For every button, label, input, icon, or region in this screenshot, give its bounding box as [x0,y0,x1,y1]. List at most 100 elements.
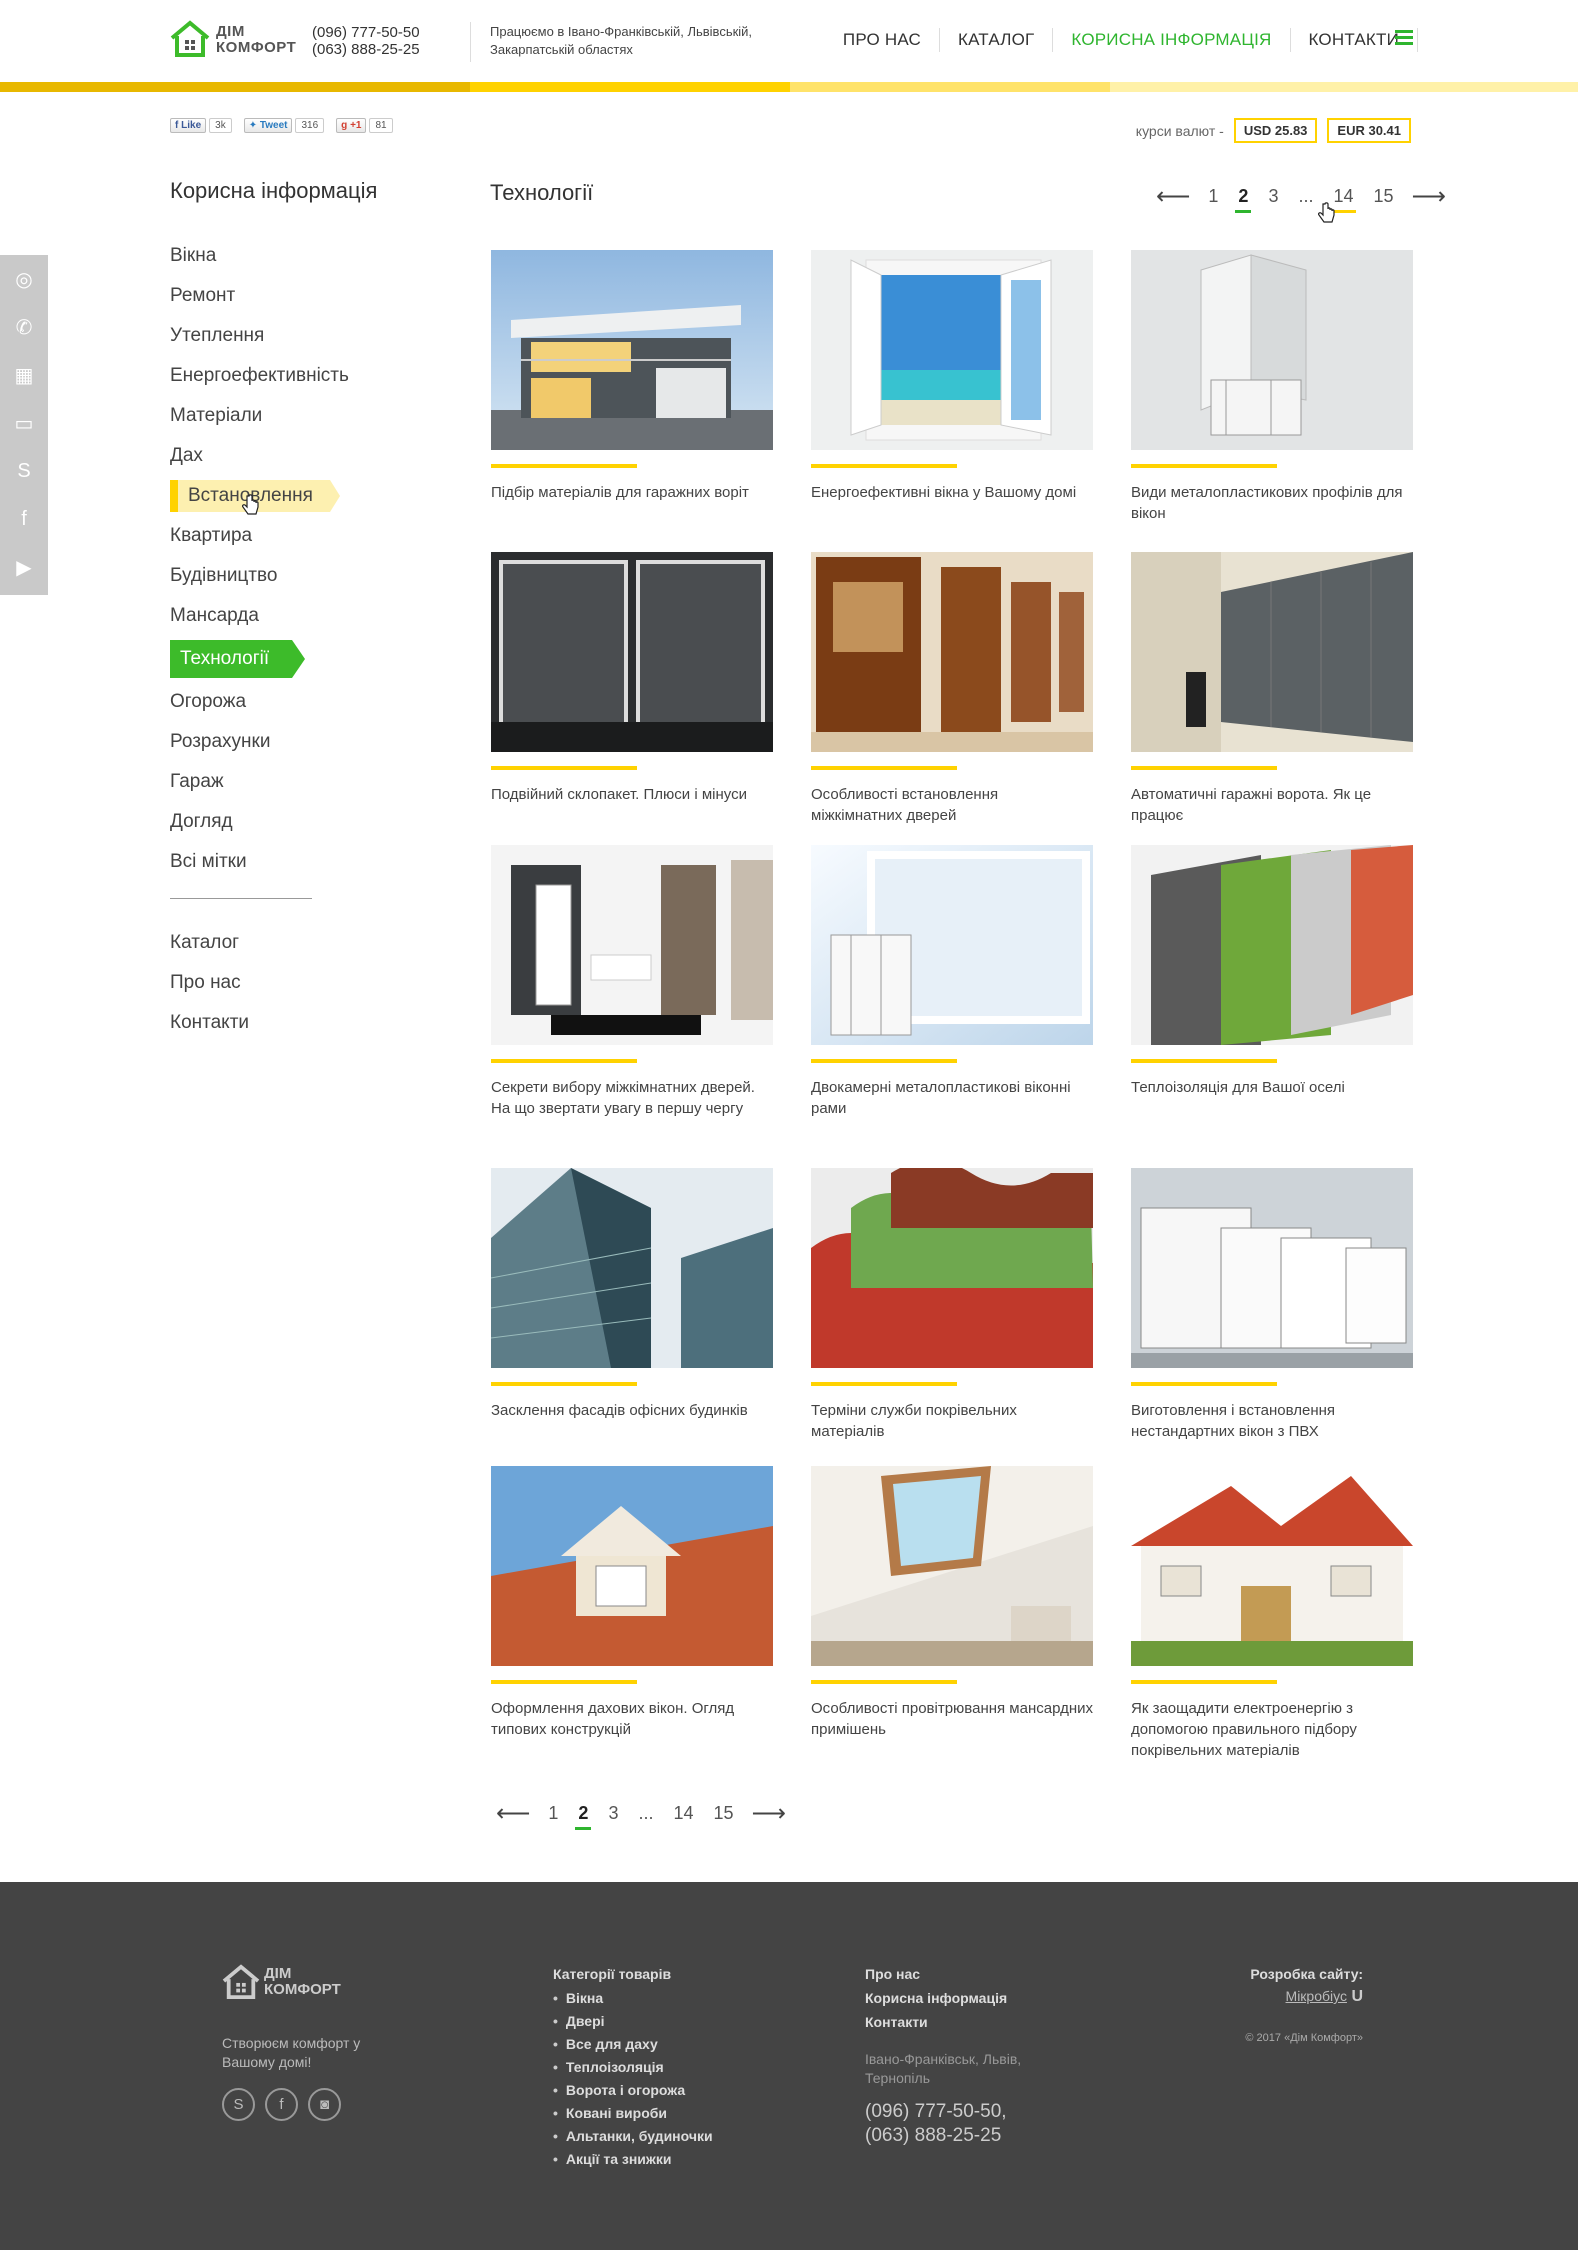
sidebar-item-repair[interactable]: Ремонт [170,280,360,320]
footer-phone-2[interactable]: (063) 888-25-25 [865,2124,1065,2148]
callback-icon[interactable]: ◎ [0,255,48,303]
card-image-pvc-frame[interactable] [811,845,1093,1045]
page-14[interactable]: 14 [673,1803,693,1824]
sidebar-item-materials[interactable]: Матеріали [170,400,360,440]
article-card[interactable]: Подвійний склопакет. Плюси і мінуси [491,552,773,805]
article-card[interactable]: Терміни служби покрівельних матеріалів [811,1168,1093,1442]
prev-page-arrow-icon[interactable]: ⟵ [1156,184,1190,208]
prev-page-arrow-icon[interactable]: ⟵ [496,1801,530,1825]
footer-categories-title[interactable]: Категорії товарів [553,1966,713,1982]
card-image-dormer-window[interactable] [491,1466,773,1666]
card-caption[interactable]: Як заощадити електроенергію з допомогою … [1131,1698,1413,1761]
sidebar-item-technologies[interactable]: Технології [170,640,360,686]
article-card[interactable]: Засклення фасадів офісних будинків [491,1168,773,1421]
skype-icon[interactable]: S [222,2088,255,2121]
facebook-icon[interactable]: f [265,2088,298,2121]
phone-1[interactable]: (096) 777-50-50 [312,24,420,41]
site-logo[interactable]: Дім Комфорт [170,20,296,60]
footer-category[interactable]: Акції та знижки [553,2151,713,2167]
article-card[interactable]: Теплоізоляція для Вашої оселі [1131,845,1413,1098]
footer-category[interactable]: Альтанки, будиночки [553,2128,713,2144]
page-3[interactable]: 3 [608,1803,618,1824]
article-card[interactable]: Виготовлення і встановлення нестандартни… [1131,1168,1413,1442]
footer-category[interactable]: Двері [553,2013,713,2029]
card-caption[interactable]: Види металопластикових профілів для віко… [1131,482,1413,524]
footer-category[interactable]: Теплоізоляція [553,2059,713,2075]
card-caption[interactable]: Секрети вибору міжкімнатних дверей. На щ… [491,1077,773,1119]
card-image-pvc-windows-stack[interactable] [1131,1168,1413,1368]
grid-icon[interactable]: ▦ [0,351,48,399]
footer-phone-1[interactable]: (096) 777-50-50, [865,2100,1065,2124]
footer-link-contacts[interactable]: Контакти [865,2014,1065,2030]
youtube-icon[interactable]: ▶ [0,543,48,591]
sidebar-link-contacts[interactable]: Контакти [170,1007,360,1047]
card-caption[interactable]: Виготовлення і встановлення нестандартни… [1131,1400,1413,1442]
card-image-attic-room[interactable] [811,1466,1093,1666]
sidebar-item-all-tags[interactable]: Всі мітки [170,846,360,886]
next-page-arrow-icon[interactable]: ⟶ [1412,184,1446,208]
card-image-dark-windows[interactable] [491,552,773,752]
article-card[interactable]: Енергоефективні вікна у Вашому домі [811,250,1093,503]
card-image-white-interior[interactable] [491,845,773,1045]
article-card[interactable]: Автоматичні гаражні ворота. Як це працює [1131,552,1413,826]
footer-logo[interactable]: Дім Комфорт [222,1964,341,2005]
nav-useful-info[interactable]: Корисна інформація [1053,28,1291,52]
sidebar-item-attic[interactable]: Мансарда [170,600,360,640]
skype-icon[interactable]: S [0,447,48,495]
google-plus[interactable]: g +1 81 [336,118,393,133]
sidebar-item-installation[interactable]: Встановлення [170,480,360,520]
page-14[interactable]: 14 [1331,186,1356,213]
chat-icon[interactable]: ▭ [0,399,48,447]
card-caption[interactable]: Особливості встановлення міжкімнатних дв… [811,784,1093,826]
twitter-tweet[interactable]: ✦ Tweet 316 [243,118,325,133]
menu-burger-icon[interactable] [1395,30,1413,46]
footer-category[interactable]: Ворота і огорожа [553,2082,713,2098]
nav-about[interactable]: Про нас [825,28,940,52]
sidebar-item-fence[interactable]: Огорожа [170,686,360,726]
page-15[interactable]: 15 [1374,186,1394,207]
article-card[interactable]: Особливості встановлення міжкімнатних дв… [811,552,1093,826]
sidebar-item-care[interactable]: Догляд [170,806,360,846]
phone-icon[interactable]: ✆ [0,303,48,351]
footer-link-useful-info[interactable]: Корисна інформація [865,1990,1065,2006]
page-1[interactable]: 1 [1208,186,1218,207]
facebook-icon[interactable]: f [0,495,48,543]
article-card[interactable]: Види металопластикових профілів для віко… [1131,250,1413,524]
sidebar-link-catalog[interactable]: Каталог [170,927,360,967]
card-caption[interactable]: Енергоефективні вікна у Вашому домі [811,482,1093,503]
nav-catalog[interactable]: Каталог [940,28,1054,52]
card-image-wooden-doors[interactable] [811,552,1093,752]
page-15[interactable]: 15 [714,1803,734,1824]
card-caption[interactable]: Підбір матеріалів для гаражних воріт [491,482,773,503]
sidebar-item-calculations[interactable]: Розрахунки [170,726,360,766]
footer-link-about[interactable]: Про нас [865,1966,1065,1982]
card-caption[interactable]: Терміни служби покрівельних матеріалів [811,1400,1093,1442]
card-image-window-profile[interactable] [1131,250,1413,450]
sidebar-item-windows[interactable]: Вікна [170,240,360,280]
instagram-icon[interactable]: ◙ [308,2088,341,2121]
phone-2[interactable]: (063) 888-25-25 [312,41,420,58]
sidebar-item-construction[interactable]: Будівництво [170,560,360,600]
footer-category[interactable]: Все для даху [553,2036,713,2052]
page-1[interactable]: 1 [548,1803,558,1824]
sidebar-item-energy[interactable]: Енергоефективність [170,360,360,400]
sidebar-item-insulation[interactable]: Утеплення [170,320,360,360]
page-3[interactable]: 3 [1268,186,1278,207]
card-caption[interactable]: Засклення фасадів офісних будинків [491,1400,773,1421]
card-image-garage-door[interactable] [1131,552,1413,752]
next-page-arrow-icon[interactable]: ⟶ [752,1801,786,1825]
card-image-red-roof-house[interactable] [1131,1466,1413,1666]
sidebar-item-garage[interactable]: Гараж [170,766,360,806]
card-image-modern-house[interactable] [491,250,773,450]
page-2-current[interactable]: 2 [1235,186,1252,213]
article-card[interactable]: Двокамерні металопластикові віконні рами [811,845,1093,1119]
sidebar-link-about[interactable]: Про нас [170,967,360,1007]
card-caption[interactable]: Особливості провітрювання мансардних при… [811,1698,1093,1740]
facebook-like[interactable]: f Like 3k [170,118,232,133]
article-card[interactable]: Як заощадити електроенергію з допомогою … [1131,1466,1413,1761]
card-caption[interactable]: Оформлення дахових вікон. Огляд типових … [491,1698,773,1740]
card-caption[interactable]: Теплоізоляція для Вашої оселі [1131,1077,1413,1098]
card-image-roof-sheets[interactable] [811,1168,1093,1368]
sidebar-item-roof[interactable]: Дах [170,440,360,480]
article-card[interactable]: Підбір матеріалів для гаражних воріт [491,250,773,503]
